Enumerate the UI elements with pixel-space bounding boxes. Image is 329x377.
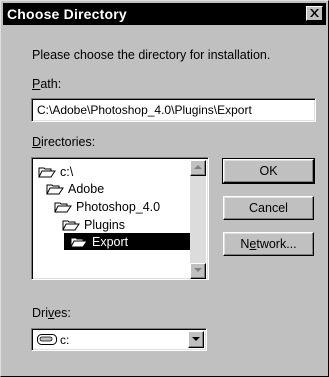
directories-list[interactable]: c:\ Adobe Photoshop_4.0 Plugins Export xyxy=(31,157,209,280)
directory-item-export[interactable]: Export xyxy=(64,233,190,250)
directory-item-adobe[interactable]: Adobe xyxy=(46,180,104,197)
drives-label: Drives: xyxy=(32,306,71,320)
directory-item-label: Export xyxy=(92,234,129,249)
directory-item-plugins[interactable]: Plugins xyxy=(62,216,125,233)
arrow-down-icon xyxy=(194,268,202,272)
close-icon xyxy=(310,9,319,17)
network-label-rest: twork... xyxy=(256,237,297,251)
scroll-up-button[interactable] xyxy=(190,160,206,176)
instructions-text: Please choose the directory for installa… xyxy=(32,48,271,62)
path-label-text: ath: xyxy=(40,77,62,91)
cancel-button-label: Cancel xyxy=(249,201,288,215)
network-button[interactable]: Network... xyxy=(223,232,314,256)
choose-directory-dialog: Choose Directory Please choose the direc… xyxy=(0,0,329,377)
close-button[interactable] xyxy=(306,6,323,21)
arrow-up-icon xyxy=(194,165,202,169)
directory-item-photoshop[interactable]: Photoshop_4.0 xyxy=(54,198,160,215)
open-folder-icon xyxy=(70,237,88,247)
drives-dropdown-button[interactable] xyxy=(188,331,204,348)
path-label: Path: xyxy=(32,77,61,91)
directory-item-label: c:\ xyxy=(60,164,74,179)
path-input-value: C:\Adobe\Photoshop_4.0\Plugins\Export xyxy=(37,103,252,117)
drives-label-rest: es: xyxy=(54,306,71,320)
ok-button[interactable]: OK xyxy=(222,158,315,184)
scroll-down-button[interactable] xyxy=(190,263,206,279)
drives-value: c: xyxy=(60,333,70,347)
window-title: Choose Directory xyxy=(7,6,127,22)
directory-item-label: Adobe xyxy=(68,181,105,196)
open-folder-icon xyxy=(46,184,64,194)
drives-label-pre: Dri xyxy=(32,306,48,320)
directories-label-text: irectories: xyxy=(41,135,96,149)
drives-combobox[interactable]: c: xyxy=(31,328,207,351)
directory-item-c-root[interactable]: c:\ xyxy=(38,163,73,180)
open-folder-icon xyxy=(54,202,72,212)
directories-label-mnemonic: D xyxy=(32,135,42,149)
title-bar[interactable]: Choose Directory xyxy=(3,3,326,25)
chevron-down-icon xyxy=(192,337,200,341)
directories-scrollbar[interactable] xyxy=(190,160,206,279)
cancel-button[interactable]: Cancel xyxy=(223,196,314,220)
ok-button-label: OK xyxy=(259,164,278,178)
open-folder-icon xyxy=(38,167,56,177)
directory-item-label: Photoshop_4.0 xyxy=(76,199,161,214)
path-input[interactable]: C:\Adobe\Photoshop_4.0\Plugins\Export xyxy=(31,98,316,122)
directory-item-label: Plugins xyxy=(84,217,125,232)
open-folder-icon xyxy=(62,220,80,230)
directories-label: Directories: xyxy=(32,135,95,149)
network-button-label: Network... xyxy=(240,237,296,251)
hard-drive-icon xyxy=(37,334,57,345)
